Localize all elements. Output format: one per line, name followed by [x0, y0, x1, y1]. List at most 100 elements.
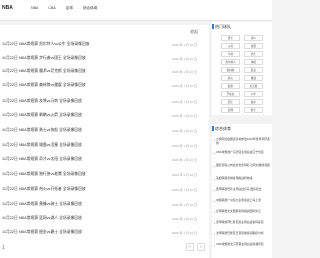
team-tag[interactable]: 雷霆 — [244, 43, 263, 49]
list-item[interactable]: 11月22日 NBA常规赛 凯尔特人vs公牛 全场录像回放 2020 年 1 月 … — [0, 40, 209, 52]
team-tag[interactable]: 骑士 — [244, 51, 263, 57]
team-tag[interactable]: 湖人 — [244, 35, 263, 41]
team-tag[interactable]: 公牛 — [244, 91, 263, 97]
sports-news-panel: 综合体育 沙特阿拉伯国家队将参加2022年世界杯预选赛 CBA常规赛广东男篮主场… — [212, 124, 272, 258]
top-navbar: NBA NBA CBA 足球 综合体育 — [0, 0, 272, 21]
list-item-title[interactable]: 11月22日 NBA常规赛 鹈鹕vs火箭 全场录像回放 — [2, 113, 82, 118]
replay-list-panel: 收起 11月22日 NBA常规赛 凯尔特人vs公牛 全场录像回放 2020 年 1… — [0, 25, 209, 258]
list-item-date: 2020 年 1 月 22 日 — [172, 42, 197, 47]
news-item[interactable]: CBA常规赛北京首钢主场迎战新疆男篮 — [216, 242, 271, 247]
list-item-date: 2020 年 1 月 22 日 — [172, 202, 197, 207]
news-item[interactable]: 法甲联赛巴黎圣日耳曼继续领跑积分榜 — [216, 231, 271, 236]
list-item[interactable]: 11月22日 NBA常规赛 奇才vs太阳 全场录像回放 2020 年 1 月 22… — [0, 155, 209, 167]
team-tag[interactable]: 尼克斯 — [244, 83, 263, 89]
team-tag[interactable]: 热火 — [221, 75, 240, 81]
news-item[interactable]: 西甲联赛巴萨主场迎战皇马 国家德比 — [216, 187, 271, 192]
main-nav: NBA CBA 足球 综合体育 — [31, 6, 106, 11]
list-item[interactable]: 11月22日 NBA常规赛 灰熊vs马刺 全场录像回放 2020 年 1 月 22… — [0, 97, 209, 109]
team-tag[interactable]: 爵士 — [244, 107, 263, 113]
news-item[interactable]: 英超联赛曼城客场挑战利物浦 — [216, 176, 271, 181]
list-item[interactable]: 11月22日 NBA常规赛 勇士vs快船 全场录像回放 2020 年 1 月 22… — [0, 126, 209, 138]
bullet-icon — [213, 190, 215, 191]
list-item[interactable]: 11月22日 NBA常规赛 鹈鹕vs火箭 全场录像回放 2020 年 1 月 22… — [0, 111, 209, 123]
list-item-date: 2020 年 1 月 22 日 — [172, 157, 197, 162]
list-item[interactable]: 11月22日 NBA常规赛 步行者vs国王 全场录像回放 2020 年 1 月 2… — [0, 54, 209, 66]
news-item[interactable]: CBA常规赛广东男篮主场迎战辽宁男篮 — [216, 150, 271, 155]
news-item[interactable]: 中超联赛广州恒大主场迎战上海上港 — [216, 198, 271, 203]
bullet-icon — [213, 201, 215, 202]
team-tag[interactable]: 篮网 — [221, 107, 240, 113]
list-item-date: 2020 年 1 月 22 日 — [172, 143, 197, 148]
list-item-date: 2020 年 1 月 22 日 — [172, 99, 197, 104]
list-item-date: 2020 年 1 月 22 日 — [172, 187, 197, 192]
next-page-button[interactable]: › — [197, 243, 205, 251]
news-item[interactable]: 国际足联公布最新世界排名 比利时继续领跑 — [216, 163, 271, 168]
list-item[interactable]: 11月22日 NBA常规赛 掘金vs爵士 全场录像回放 2020 年 1 月 22… — [0, 228, 209, 240]
bullet-icon — [213, 245, 215, 246]
list-item-date: 2020 年 1 月 22 日 — [172, 216, 197, 221]
bullet-icon — [213, 166, 215, 167]
bullet-icon — [213, 212, 215, 213]
list-item-title[interactable]: 11月22日 NBA常规赛 雄鹿vs活塞 全场录像回放 — [2, 143, 82, 148]
list-item-title[interactable]: 11月22日 NBA常规赛 步行者vs国王 全场录像回放 — [2, 56, 86, 61]
team-tag[interactable]: 掘金 — [221, 83, 240, 89]
list-item[interactable]: 11月22日 NBA常规赛 热火vs开拓者 全场录像回放 2020 年 1 月 2… — [0, 185, 209, 197]
bullet-icon — [213, 223, 215, 224]
prev-page-button[interactable]: ‹ — [186, 243, 194, 251]
list-item[interactable]: 11月22日 NBA常规赛 森林狼vs雷霆 全场录像回放 2020 年 1 月 2… — [0, 81, 209, 93]
nav-item-cba[interactable]: CBA — [48, 6, 55, 10]
nav-item-sports[interactable]: 综合体育 — [83, 6, 97, 10]
list-item[interactable]: 11月22日 NBA常规赛 独行侠vs老鹰 全场录像回放 2020 年 1 月 2… — [0, 170, 209, 182]
list-item-title[interactable]: 11月22日 NBA常规赛 灰熊vs马刺 全场录像回放 — [2, 99, 82, 104]
list-item-title[interactable]: 11月22日 NBA常规赛 黄蜂vs骑士 全场录像回放 — [2, 202, 82, 207]
bullet-icon — [213, 179, 215, 180]
site-logo[interactable]: NBA — [2, 5, 13, 11]
team-tag[interactable]: 勇士 — [221, 35, 240, 41]
team-tag[interactable]: 魔术 — [244, 99, 263, 105]
nav-item-nba[interactable]: NBA — [31, 6, 38, 10]
list-item-title[interactable]: 11月22日 NBA常规赛 热火vs开拓者 全场录像回放 — [2, 187, 86, 192]
hot-teams-panel: 热门球队 勇士 湖人 火箭 雷霆 马刺 骑士 凯尔特人 快船 森林狼 猛龙 热火… — [212, 22, 272, 115]
bullet-icon — [213, 140, 215, 141]
list-item[interactable]: 11月22日 NBA常规赛 魔术vs尼克斯 全场录像回放 2020 年 1 月 2… — [0, 67, 209, 79]
list-item-date: 2020 年 1 月 22 日 — [172, 69, 197, 74]
bullet-icon — [213, 153, 215, 154]
list-item[interactable]: 11月22日 NBA常规赛 黄蜂vs骑士 全场录像回放 2020 年 1 月 22… — [0, 200, 209, 212]
team-tag[interactable]: 快船 — [244, 59, 263, 65]
list-item-date: 2020 年 1 月 22 日 — [172, 172, 197, 177]
team-tag[interactable]: 马刺 — [221, 51, 240, 57]
list-item-date: 2020 年 1 月 22 日 — [172, 128, 197, 133]
list-item-date: 2020 年 1 月 22 日 — [172, 83, 197, 88]
bullet-icon — [213, 234, 215, 235]
list-item-date: 2020 年 1 月 22 日 — [172, 56, 197, 61]
list-item-title[interactable]: 11月22日 NBA常规赛 独行侠vs老鹰 全场录像回放 — [2, 172, 86, 177]
page-number[interactable]: 1 — [2, 245, 5, 251]
list-item-title[interactable]: 11月22日 NBA常规赛 森林狼vs雷霆 全场录像回放 — [2, 83, 86, 88]
list-item-title[interactable]: 11月22日 NBA常规赛 勇士vs快船 全场录像回放 — [2, 128, 82, 133]
list-item-title[interactable]: 11月22日 NBA常规赛 凯尔特人vs公牛 全场录像回放 — [2, 42, 89, 47]
team-tag[interactable]: 森林狼 — [221, 67, 240, 73]
section-accent-bar — [212, 126, 214, 131]
list-item[interactable]: 11月22日 NBA常规赛 篮网vs湖人 全场录像回放 2020 年 1 月 22… — [0, 214, 209, 226]
list-item-date: 2020 年 1 月 22 日 — [172, 230, 197, 235]
hot-teams-title: 热门球队 — [215, 24, 231, 29]
team-tag[interactable]: 国王 — [221, 99, 240, 105]
news-item[interactable]: 意甲联赛尤文图斯客场挑战国际米兰 — [216, 209, 271, 214]
sports-news-title: 综合体育 — [215, 126, 231, 131]
list-item[interactable]: 11月22日 NBA常规赛 雄鹿vs活塞 全场录像回放 2020 年 1 月 22… — [0, 141, 209, 153]
team-tag[interactable]: 开拓者 — [221, 91, 240, 97]
section-accent-bar — [212, 24, 214, 29]
nav-item-football[interactable]: 足球 — [66, 6, 73, 10]
list-item-date: 2020 年 1 月 22 日 — [172, 113, 197, 118]
team-tag[interactable]: 雄鹿 — [244, 75, 263, 81]
news-item[interactable]: 沙特阿拉伯国家队将参加2022年世界杯预选赛 — [216, 137, 271, 146]
list-item-title[interactable]: 11月22日 NBA常规赛 掘金vs爵士 全场录像回放 — [2, 230, 82, 235]
list-item-title[interactable]: 11月22日 NBA常规赛 奇才vs太阳 全场录像回放 — [2, 157, 82, 162]
team-tag[interactable]: 火箭 — [221, 43, 240, 49]
collapse-toggle[interactable]: 收起 — [190, 29, 198, 35]
news-item[interactable]: 德甲联赛拜仁慕尼黑主场迎战多特蒙德 — [216, 220, 271, 225]
list-item-title[interactable]: 11月22日 NBA常规赛 魔术vs尼克斯 全场录像回放 — [2, 69, 86, 74]
team-tag[interactable]: 猛龙 — [244, 67, 263, 73]
list-item-title[interactable]: 11月22日 NBA常规赛 篮网vs湖人 全场录像回放 — [2, 216, 82, 221]
team-tag[interactable]: 凯尔特人 — [221, 59, 240, 65]
